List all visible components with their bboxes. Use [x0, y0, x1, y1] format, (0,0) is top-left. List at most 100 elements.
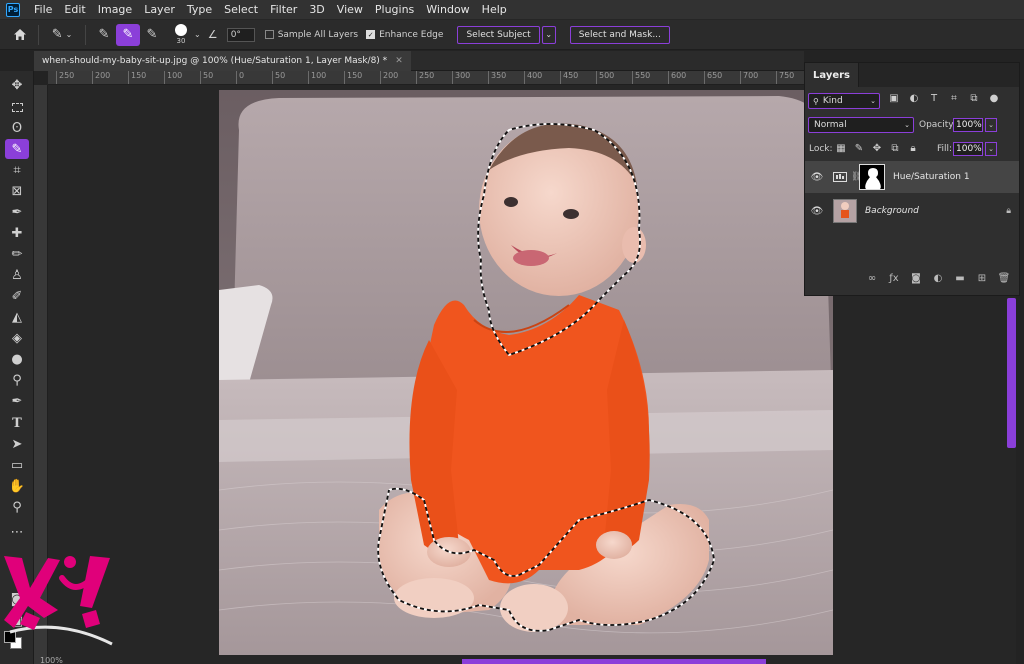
fill-input[interactable]: 100%: [953, 142, 983, 156]
close-tab-icon[interactable]: ✕: [395, 56, 403, 66]
brush-size-picker[interactable]: 30: [170, 23, 192, 47]
lock-image-pixels-icon[interactable]: ✎: [853, 143, 865, 154]
eraser-tool-icon[interactable]: ◭: [5, 307, 29, 327]
lock-all-icon[interactable]: 🔒︎: [907, 143, 919, 154]
link-chain-icon[interactable]: ⛓︎: [851, 172, 862, 182]
layer-row-background[interactable]: 👁︎ Background 🔒︎: [805, 195, 1019, 227]
menu-type[interactable]: Type: [181, 0, 218, 20]
subtract-from-selection-brush-icon[interactable]: ✎: [140, 24, 164, 46]
more-tools-icon[interactable]: ⋯: [5, 522, 29, 542]
brush-tip-icon: [175, 24, 187, 36]
new-group-icon[interactable]: ▬: [953, 273, 967, 284]
layer-image-thumbnail[interactable]: [833, 199, 857, 223]
home-icon[interactable]: [8, 24, 32, 46]
enhance-edge-checkbox[interactable]: ✓: [366, 30, 376, 39]
document-tab[interactable]: when-should-my-baby-sit-up.jpg @ 100% (H…: [34, 51, 411, 71]
document-canvas[interactable]: [219, 90, 833, 655]
healing-brush-tool-icon[interactable]: ✚: [5, 223, 29, 243]
frame-tool-icon[interactable]: ⊠: [5, 181, 29, 201]
menu-3d[interactable]: 3D: [303, 0, 330, 20]
blend-mode-select[interactable]: Normal ⌄: [808, 117, 914, 133]
brush-dropdown-icon[interactable]: ⌄: [194, 30, 201, 39]
move-tool-icon[interactable]: ✥: [5, 75, 29, 95]
visibility-eye-icon[interactable]: 👁︎: [805, 206, 829, 217]
quick-selection-tool-preset-icon[interactable]: ✎ ⌄: [45, 24, 79, 46]
menu-view[interactable]: View: [331, 0, 369, 20]
menu-layer[interactable]: Layer: [138, 0, 181, 20]
horizontal-ruler: 250 200 150 100 50 0 50 100 150 200 250 300 350 400 45…: [48, 71, 805, 85]
ruler-tick-label: 250: [56, 71, 74, 84]
layers-panel-footer: ∞ ƒx ◙ ◐ ▬ ⊞ 🗑︎: [865, 273, 1011, 284]
menu-filter[interactable]: Filter: [264, 0, 303, 20]
path-selection-tool-icon[interactable]: ➤: [5, 434, 29, 454]
eyedropper-tool-icon[interactable]: ✒: [5, 202, 29, 222]
menu-window[interactable]: Window: [420, 0, 475, 20]
type-tool-icon[interactable]: T: [5, 413, 29, 433]
angle-icon: ∠: [207, 28, 218, 41]
select-subject-button[interactable]: Select Subject: [457, 25, 540, 44]
link-layers-icon[interactable]: ∞: [865, 273, 879, 284]
enhance-edge-option[interactable]: ✓ Enhance Edge: [366, 30, 443, 40]
ruler-tick-label: 50: [272, 71, 285, 84]
filter-toggle-icon[interactable]: ●: [987, 93, 1001, 104]
sample-all-layers-option[interactable]: Sample All Layers: [264, 29, 359, 40]
opacity-dropdown[interactable]: ⌄: [985, 118, 997, 132]
filter-shape-icon[interactable]: ⌗: [947, 93, 961, 104]
blur-tool-icon[interactable]: ●: [5, 349, 29, 369]
delete-layer-icon[interactable]: 🗑︎: [997, 273, 1011, 284]
visibility-eye-icon[interactable]: 👁︎: [805, 172, 829, 183]
layer-filter-kind-select[interactable]: ⚲ Kind ⌄: [808, 93, 880, 109]
layer-row-hue-saturation[interactable]: 👁︎ ⛓︎ Hue/Saturation 1: [805, 161, 1019, 193]
opacity-input[interactable]: 100%: [953, 118, 983, 132]
dodge-tool-icon[interactable]: ⚲: [5, 370, 29, 390]
horizontal-scrollbar-thumb[interactable]: [462, 659, 766, 664]
layers-tab[interactable]: Layers: [805, 63, 859, 87]
angle-input[interactable]: 0°: [226, 27, 255, 42]
select-and-mask-button[interactable]: Select and Mask...: [569, 25, 670, 44]
menu-plugins[interactable]: Plugins: [369, 0, 420, 20]
add-mask-icon[interactable]: ◙: [909, 273, 923, 284]
new-selection-brush-icon[interactable]: ✎: [92, 24, 116, 46]
baby-photo: [219, 90, 833, 655]
hand-tool-icon[interactable]: ✋: [5, 476, 29, 496]
menu-file[interactable]: File: [28, 0, 58, 20]
clone-stamp-tool-icon[interactable]: ♙: [5, 265, 29, 285]
lock-position-icon[interactable]: ✥: [871, 143, 883, 154]
sample-all-layers-checkbox[interactable]: [264, 30, 274, 39]
layer-effects-icon[interactable]: ƒx: [887, 273, 901, 284]
zoom-tool-icon[interactable]: ⚲: [5, 497, 29, 517]
filter-smart-object-icon[interactable]: ⧉: [967, 93, 981, 104]
filter-adjustment-icon[interactable]: ◐: [907, 93, 921, 104]
new-adjustment-layer-icon[interactable]: ◐: [931, 273, 945, 284]
select-subject-dropdown[interactable]: ⌄: [541, 25, 556, 44]
add-to-selection-brush-icon[interactable]: ✎: [116, 23, 140, 46]
document-tab-bar: when-should-my-baby-sit-up.jpg @ 100% (H…: [34, 51, 804, 71]
rectangle-tool-icon[interactable]: ▭: [5, 455, 29, 475]
fill-dropdown[interactable]: ⌄: [985, 142, 997, 156]
lasso-tool-icon[interactable]: ʘ: [5, 118, 29, 138]
ruler-tick-label: 100: [164, 71, 182, 84]
vertical-scrollbar-thumb[interactable]: [1007, 298, 1016, 448]
menu-help[interactable]: Help: [476, 0, 513, 20]
lock-artboard-icon[interactable]: ⧉: [889, 143, 901, 154]
history-brush-tool-icon[interactable]: ✐: [5, 286, 29, 306]
menu-edit[interactable]: Edit: [58, 0, 91, 20]
pen-tool-icon[interactable]: ✒: [5, 391, 29, 411]
brush-tool-icon[interactable]: ✏: [5, 244, 29, 264]
lock-transparent-pixels-icon[interactable]: ▦: [835, 143, 847, 154]
quick-selection-tool-icon[interactable]: ✎: [5, 139, 29, 159]
sample-all-layers-label: Sample All Layers: [277, 29, 359, 40]
menu-select[interactable]: Select: [218, 0, 264, 20]
layer-mask-thumbnail[interactable]: [859, 164, 885, 190]
filter-type-icon[interactable]: T: [927, 93, 941, 104]
crop-tool-icon[interactable]: ⌗: [5, 160, 29, 180]
layer-name[interactable]: Background: [865, 206, 919, 216]
menu-bar: Ps File Edit Image Layer Type Select Fil…: [0, 0, 1024, 20]
new-layer-icon[interactable]: ⊞: [975, 273, 989, 284]
marquee-tool-icon[interactable]: [5, 97, 29, 117]
paint-bucket-tool-icon[interactable]: ◈: [5, 328, 29, 348]
menu-image[interactable]: Image: [92, 0, 138, 20]
watermark-logo: [4, 556, 113, 646]
layer-name[interactable]: Hue/Saturation 1: [893, 172, 970, 182]
filter-pixel-icon[interactable]: ▣: [887, 93, 901, 104]
